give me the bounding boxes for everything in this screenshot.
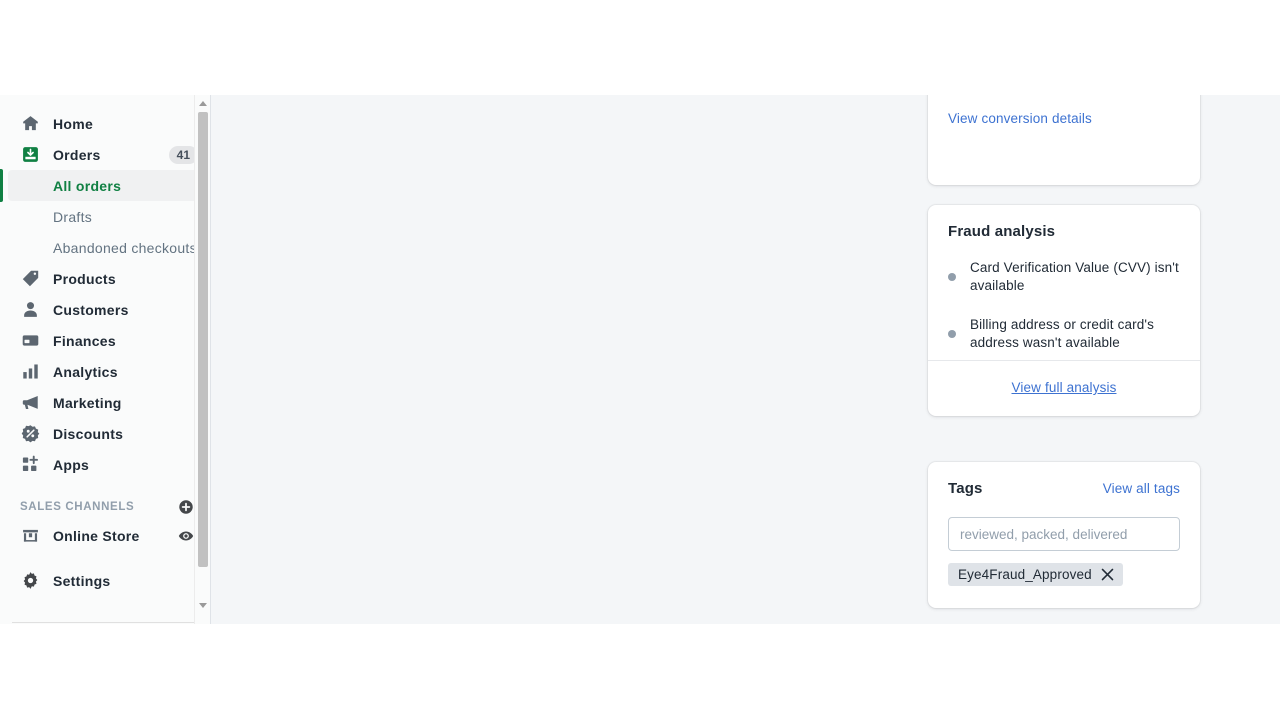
sidebar-item-apps[interactable]: Apps <box>8 449 202 480</box>
sidebar-nav-list: Home Orders 41 All orders Drafts Abandon… <box>0 95 210 596</box>
sidebar-section-sales-channels: SALES CHANNELS <box>8 494 202 520</box>
conversion-row: 1 session over 1 day <box>948 95 1180 97</box>
sidebar-item-analytics[interactable]: Analytics <box>8 356 202 387</box>
tags-card-body: Tags View all tags Eye4Fraud_Approved <box>928 462 1200 586</box>
tags-input[interactable] <box>948 517 1180 551</box>
sidebar-subitem-label: Abandoned checkouts <box>53 239 197 256</box>
sidebar-item-finances[interactable]: Finances <box>8 325 202 356</box>
sidebar-item-label: Products <box>53 270 116 287</box>
browser-viewport: Home Orders 41 All orders Drafts Abandon… <box>0 95 1280 624</box>
scroll-up-arrow-icon[interactable] <box>195 95 211 111</box>
tags-card: Tags View all tags Eye4Fraud_Approved <box>928 462 1200 608</box>
fraud-finding-item: Billing address or credit card's address… <box>948 316 1180 352</box>
sidebar-item-settings[interactable]: Settings <box>8 565 202 596</box>
sidebar-item-marketing[interactable]: Marketing <box>8 387 202 418</box>
sidebar-item-label: Finances <box>53 332 116 349</box>
sidebar-item-orders[interactable]: Orders 41 <box>8 139 202 170</box>
sidebar-item-label: Settings <box>53 572 111 589</box>
sidebar-item-label: Orders <box>53 146 101 163</box>
view-full-analysis-link[interactable]: View full analysis <box>1012 380 1117 395</box>
sidebar-item-label: Marketing <box>53 394 122 411</box>
fraud-finding-text: Billing address or credit card's address… <box>970 317 1154 350</box>
sidebar-subitem-label: All orders <box>53 177 122 194</box>
view-all-tags-link[interactable]: View all tags <box>1103 481 1180 496</box>
sidebar-item-online-store[interactable]: Online Store <box>8 520 202 551</box>
main-sidebar: Home Orders 41 All orders Drafts Abandon… <box>0 95 211 624</box>
home-icon <box>20 114 40 134</box>
sidebar-item-label: Apps <box>53 456 90 473</box>
fraud-card-footer: View full analysis <box>928 360 1200 416</box>
plus-circle-icon[interactable] <box>178 499 194 515</box>
sidebar-item-customers[interactable]: Customers <box>8 294 202 325</box>
sidebar-item-all-orders[interactable]: All orders <box>0 169 202 202</box>
sidebar-item-abandoned-checkouts[interactable]: Abandoned checkouts <box>8 232 202 263</box>
apps-grid-plus-icon <box>20 455 40 475</box>
fraud-finding-item: Card Verification Value (CVV) isn't avai… <box>948 259 1180 295</box>
sidebar-item-label: Home <box>53 115 94 132</box>
megaphone-icon <box>20 393 40 413</box>
tag-chip-label: Eye4Fraud_Approved <box>958 567 1092 582</box>
discount-percent-icon <box>20 424 40 444</box>
tags-card-header: Tags View all tags <box>948 480 1180 497</box>
sidebar-item-label: Customers <box>53 301 129 318</box>
tag-icon <box>20 269 40 289</box>
sidebar-item-drafts[interactable]: Drafts <box>8 201 202 232</box>
scrollbar-thumb[interactable] <box>198 112 208 567</box>
section-title: SALES CHANNELS <box>20 501 135 513</box>
finances-card-icon <box>20 331 40 351</box>
tags-title: Tags <box>948 480 983 497</box>
fraud-finding-text: Card Verification Value (CVV) isn't avai… <box>970 260 1179 293</box>
bullet-icon <box>948 330 956 338</box>
fraud-card-body: Fraud analysis Card Verification Value (… <box>928 205 1200 360</box>
orders-inbox-icon <box>20 145 40 165</box>
sidebar-scrollbar[interactable] <box>194 95 210 624</box>
sidebar-item-discounts[interactable]: Discounts <box>8 418 202 449</box>
tag-chip[interactable]: Eye4Fraud_Approved <box>948 563 1123 586</box>
gear-icon <box>20 571 40 591</box>
fraud-findings-list: Card Verification Value (CVV) isn't avai… <box>948 259 1180 352</box>
storefront-icon <box>20 526 40 546</box>
sidebar-item-label: Online Store <box>53 527 140 544</box>
sidebar-item-label: Analytics <box>53 363 118 380</box>
sidebar-item-label: Discounts <box>53 425 124 442</box>
eye-icon[interactable] <box>178 528 194 544</box>
bullet-icon <box>948 273 956 281</box>
fraud-analysis-card: Fraud analysis Card Verification Value (… <box>928 205 1200 416</box>
person-icon <box>20 300 40 320</box>
sidebar-bottom-divider <box>12 622 195 623</box>
close-icon[interactable] <box>1101 568 1114 581</box>
sidebar-item-products[interactable]: Products <box>8 263 202 294</box>
scroll-down-arrow-icon[interactable] <box>195 597 211 613</box>
sidebar-item-home[interactable]: Home <box>8 108 202 139</box>
conversion-summary-card: 1st session was direct to your store 1 s… <box>928 95 1200 185</box>
fraud-analysis-title: Fraud analysis <box>948 223 1056 240</box>
sidebar-subitem-label: Drafts <box>53 208 93 225</box>
view-conversion-details-link[interactable]: View conversion details <box>948 111 1180 126</box>
bar-chart-icon <box>20 362 40 382</box>
